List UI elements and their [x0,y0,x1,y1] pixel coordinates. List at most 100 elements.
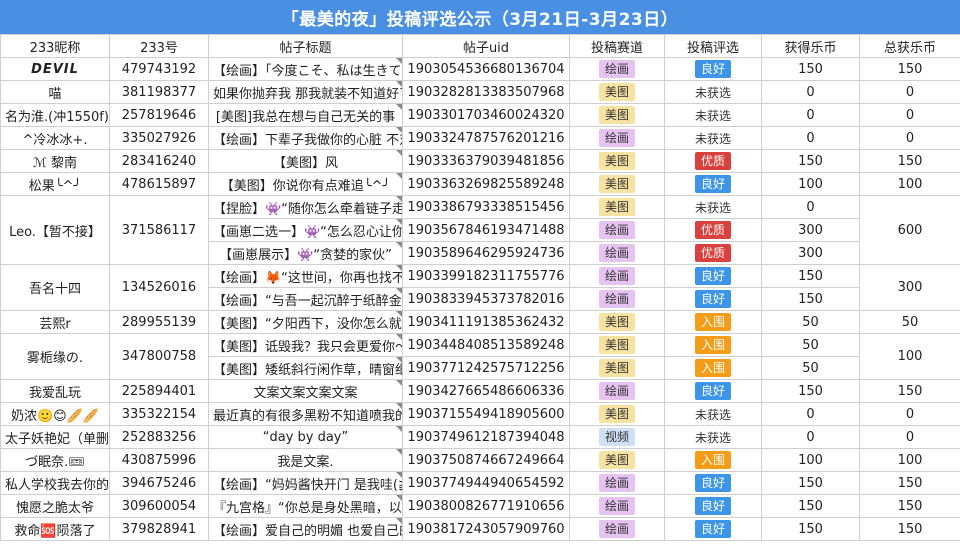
cell-post-uid: 1903282813383507968 [402,80,570,104]
col-header-title: 帖子标题 [208,34,403,58]
cell-coins: 0 [761,126,860,150]
cell-nickname: 吾名十四 [0,264,110,311]
cell-post-uid: 1903749612187394048 [402,425,570,449]
cell-post-title: 【绘画】爱自己的明媚 也爱自己的 [208,517,403,541]
track-chip: 美图 [598,451,635,469]
cell-user-id: 335322154 [109,402,209,426]
cell-coins: 0 [761,195,860,219]
cell-post-uid: 1903448408513589248 [402,333,570,357]
cell-post-title: 【美图】你说你有点难追╰^╯ [208,172,403,196]
cell-user-id: 394675246 [109,471,209,495]
cell-post-uid: 1903336379039481856 [402,149,570,173]
cell-nickname: 私人学校我去你的 [0,471,110,495]
cell-user-id: 379828941 [109,517,209,541]
cell-nickname: 名为淮.(冲1550f)赞 [0,103,110,127]
rating-text: 未获选 [694,200,731,215]
table-row: 名为淮.(冲1550f)赞257819646[美图]我总在想与自己无关的事190… [0,103,960,127]
cell-track: 美图 [569,356,665,380]
cell-post-title: 『九宫格』“你总是身处黑暗，以 [208,494,403,518]
cell-track: 绘画 [569,494,665,518]
table-row: ^冷冰冰+. 335027926 【绘画】下辈子我做你的心脏 不对 190332478… [0,126,960,150]
table-row: 吾名十四 134526016 【绘画】🦊“这世间，你再也找不 190339918231… [0,264,960,311]
cell-track: 美图 [569,103,665,127]
cell-total-coins: 100 [859,172,960,196]
cell-track: 绘画 [569,264,665,288]
cell-total-coins: 0 [859,425,960,449]
cell-post-uid: 1903386793338515456 [402,195,570,219]
cell-track: 美图 [569,195,665,219]
cell-total-coins: 150 [859,57,960,81]
cell-track: 绘画 [569,287,665,311]
submission-table: 233昵称 233号 帖子标题 帖子uid 投稿赛道 投稿评选 获得乐币 总获乐… [0,34,960,541]
cell-total-coins: 150 [859,494,960,518]
col-header-nickname: 233昵称 [0,34,110,58]
cell-user-id: 335027926 [109,126,209,150]
track-chip: 美图 [598,152,635,170]
cell-user-id: 134526016 [109,264,209,311]
cell-nickname: 松果╰^╯ [0,172,110,196]
table-row: 太子妖艳妃（单删拉252883256“day by day”1903749612… [0,425,960,449]
header-row: 233昵称 233号 帖子标题 帖子uid 投稿赛道 投稿评选 获得乐币 总获乐… [0,34,960,58]
table-row: ℳ 黎南 283416240 【美图】风 1903336379039481856 美图 优… [0,149,960,173]
rating-badge: 良好 [694,382,731,400]
cell-coins: 100 [761,172,860,196]
cell-nickname: Leo.【暂不接】 [0,195,110,265]
cell-post-uid: 1903427665486606336 [402,379,570,403]
cell-rating: 良好 [664,57,762,81]
cell-nickname: 我爱乱玩 [0,379,110,403]
cell-rating: 入围 [664,310,762,334]
cell-coins: 150 [761,149,860,173]
table-row: 松果╰^╯ 478615897 【美图】你说你有点难追╰^╯ 190336326982… [0,172,960,196]
cell-rating: 未获选 [664,425,762,449]
cell-post-title: 最近真的有很多黑粉不知道喷我的 [208,402,403,426]
table-row: 救命🆘陨落了 379828941 【绘画】爱自己的明媚 也爱自己的 190381724… [0,517,960,541]
cell-rating: 未获选 [664,402,762,426]
table-row: づ眠奈.🎟 430875996 我是文案. 1903750874667249664 美图… [0,448,960,472]
cell-post-title: 【绘画】“与吾一起沉醉于纸醉金迷 [208,287,403,311]
cell-track: 绘画 [569,126,665,150]
rating-badge: 良好 [694,175,731,193]
cell-coins: 150 [761,287,860,311]
rating-badge: 优质 [694,244,731,262]
cell-total-coins: 150 [859,149,960,173]
cell-rating: 良好 [664,172,762,196]
cell-coins: 0 [761,425,860,449]
col-header-total: 总获乐币 [859,34,960,58]
cell-track: 绘画 [569,241,665,265]
track-chip: 绘画 [598,474,635,492]
cell-total-coins: 150 [859,517,960,541]
cell-post-title: 【绘画】“妈妈酱快开门 是我哇(≧ [208,471,403,495]
page-title: 「最美的夜」投稿评选公示（3月21日-3月23日） [0,0,960,34]
cell-coins: 0 [761,103,860,127]
track-chip: 绘画 [598,497,635,515]
cell-coins: 100 [761,448,860,472]
col-header-coins: 获得乐币 [761,34,860,58]
track-chip: 绘画 [598,221,635,239]
cell-track: 美图 [569,333,665,357]
cell-post-title: 【捏脸】👾“随你怎么牵着链子走 [208,195,403,219]
rating-badge: 入围 [694,359,731,377]
rating-badge: 良好 [694,520,731,538]
cell-user-id: 283416240 [109,149,209,173]
cell-rating: 入围 [664,333,762,357]
cell-post-title: 如果你抛弃我 那我就装不知道好了 [208,80,403,104]
cell-rating: 优质 [664,218,762,242]
track-chip: 绘画 [598,290,635,308]
rating-badge: 入围 [694,336,731,354]
cell-coins: 0 [761,402,860,426]
cell-post-uid: 1903301703460024320 [402,103,570,127]
cell-user-id: 257819646 [109,103,209,127]
rating-text: 未获选 [694,85,731,100]
cell-total-coins: 100 [859,448,960,472]
cell-coins: 150 [761,57,860,81]
cell-track: 美图 [569,310,665,334]
table-row: 喵 381198377 如果你抛弃我 那我就装不知道好了 19032828133835… [0,80,960,104]
table-row: 愧愿之脆太爷 309600054 『九宫格』“你总是身处黑暗，以 1903800826… [0,494,960,518]
cell-post-title: 【绘画】下辈子我做你的心脏 不对 [208,126,403,150]
cell-coins: 50 [761,310,860,334]
cell-track: 美图 [569,80,665,104]
col-header-id: 233号 [109,34,209,58]
cell-user-id: 371586117 [109,195,209,265]
track-chip: 视频 [598,428,635,446]
cell-total-coins: 0 [859,402,960,426]
